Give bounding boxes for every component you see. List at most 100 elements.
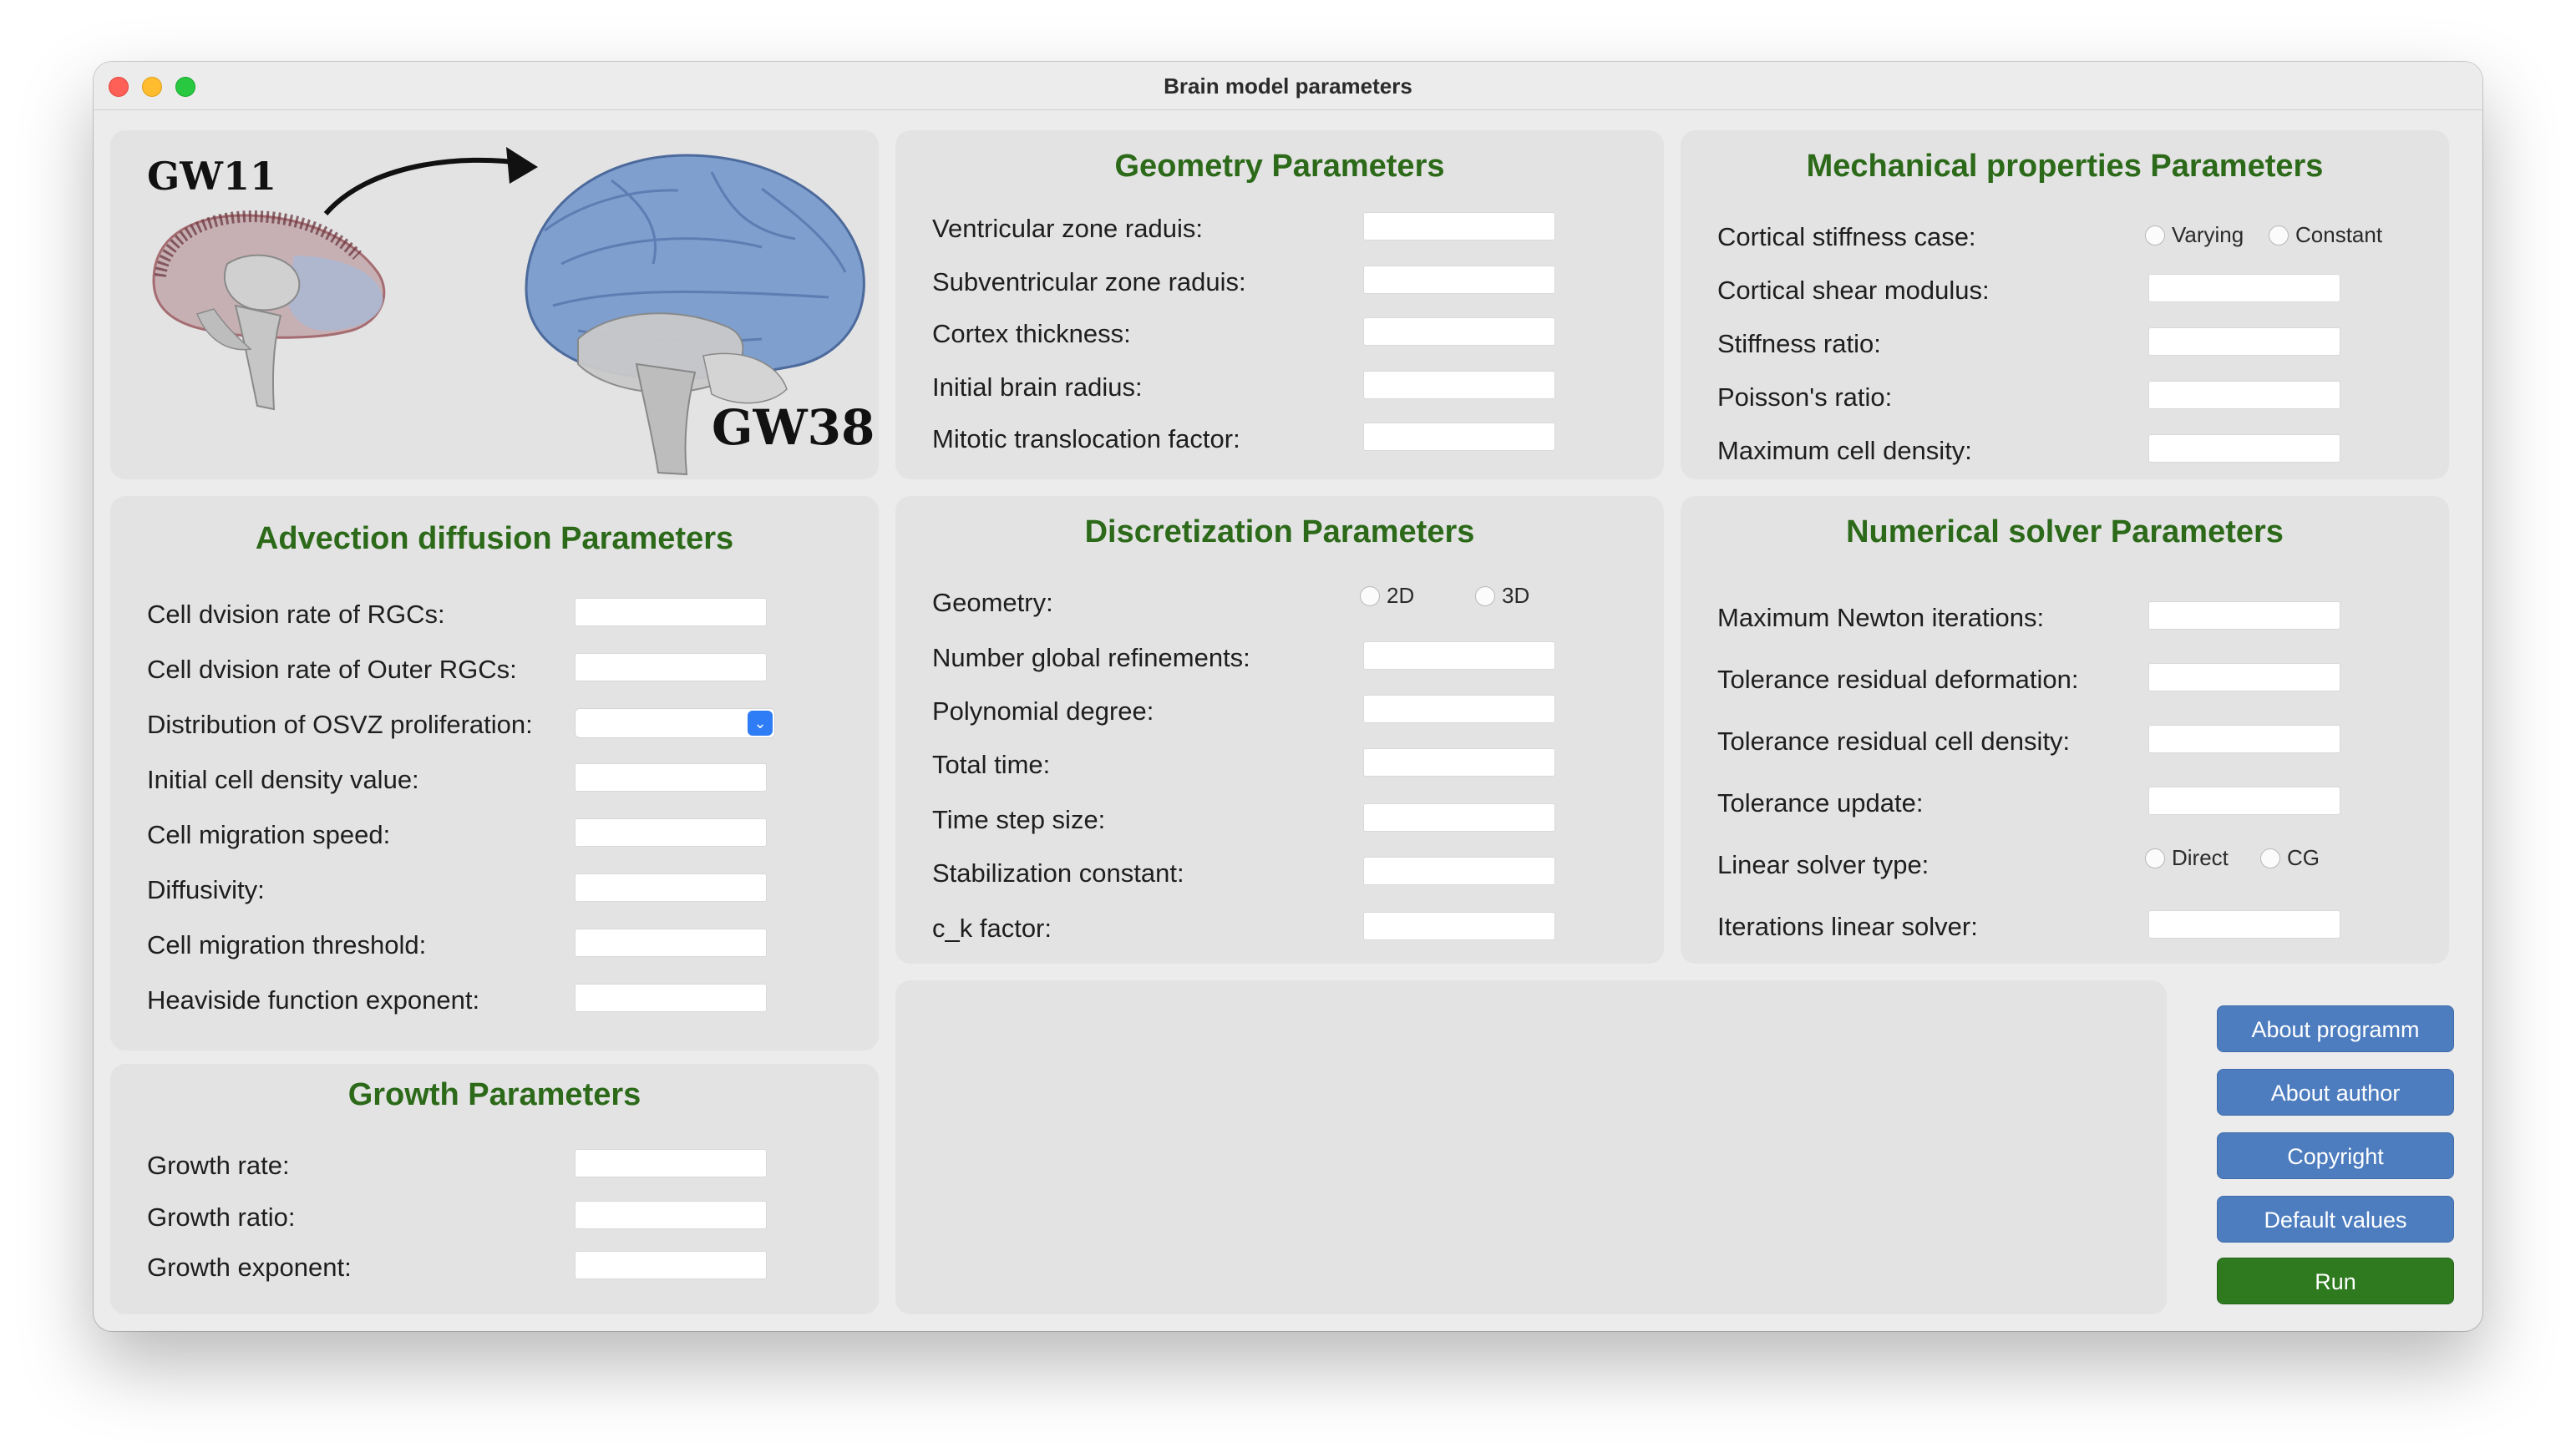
tolerance-update-input[interactable] [2148,787,2340,815]
stiffness-constant-radio[interactable]: Constant [2269,222,2382,248]
geometry-3d-label: 3D [1502,583,1530,608]
stiffness-varying-label: Varying [2172,222,2244,247]
cell-migration-speed-input[interactable] [575,818,767,847]
subventricular-zone-radius-input[interactable] [1363,266,1555,294]
growth-arrow [323,147,538,215]
radio-circle-icon [1475,585,1495,606]
discretization-panel-title: Discretization Parameters [1084,514,1475,549]
output-panel [895,980,2167,1314]
initial-cell-density-input[interactable] [575,763,767,792]
radio-circle-icon [1360,585,1380,606]
radio-circle-icon [2145,848,2165,868]
run-button[interactable]: Run [2217,1258,2454,1304]
initial-cell-density-label: Initial cell density value: [147,765,419,794]
advection-panel: Advection diffusion Parameters Cell dvis… [110,496,879,1051]
ventricular-zone-radius-input[interactable] [1363,212,1555,240]
outer-rgc-division-rate-input[interactable] [575,653,767,681]
stiffness-ratio-label: Stiffness ratio: [1717,329,1881,358]
copyright-button[interactable]: Copyright [2217,1132,2454,1179]
osvz-proliferation-select[interactable]: ⌄ [575,708,775,738]
solver-direct-label: Direct [2172,845,2229,870]
brain-image-panel: GW11 GW38 [110,130,879,479]
stiffness-constant-label: Constant [2295,222,2383,247]
time-step-size-label: Time step size: [932,805,1106,834]
window-title: Brain model parameters [1164,73,1412,99]
geometry-2d-label: 2D [1387,583,1415,608]
radio-circle-icon [2260,848,2280,868]
about-author-button[interactable]: About author [2217,1069,2454,1116]
initial-brain-radius-label: Initial brain radius: [932,372,1143,402]
title-bar: Brain model parameters [94,62,2482,110]
max-newton-iterations-label: Maximum Newton iterations: [1717,603,2045,632]
rgc-division-rate-input[interactable] [575,598,767,626]
tolerance-residual-deformation-label: Tolerance residual deformation: [1717,665,2079,694]
poissons-ratio-input[interactable] [2148,381,2340,409]
ck-factor-input[interactable] [1363,912,1555,940]
osvz-proliferation-label: Distribution of OSVZ proliferation: [147,710,533,739]
iterations-linear-solver-label: Iterations linear solver: [1717,912,1978,941]
time-step-size-input[interactable] [1363,803,1555,832]
mitotic-translocation-factor-input[interactable] [1363,423,1555,451]
growth-rate-input[interactable] [575,1149,767,1177]
mechanical-panel: Mechanical properties Parameters Cortica… [1681,130,2449,479]
cortex-thickness-label: Cortex thickness: [932,319,1131,348]
global-refinements-input[interactable] [1363,641,1555,670]
geometry-dimension-label: Geometry: [932,588,1053,617]
cortical-shear-modulus-label: Cortical shear modulus: [1717,276,1990,305]
global-refinements-label: Number global refinements: [932,643,1250,672]
total-time-input[interactable] [1363,748,1555,777]
tolerance-residual-cell-density-label: Tolerance residual cell density: [1717,726,2071,756]
early-brain-image [152,210,386,411]
radio-circle-icon [2145,225,2165,246]
cortical-shear-modulus-input[interactable] [2148,274,2340,302]
initial-brain-radius-input[interactable] [1363,371,1555,399]
geometry-panel-title: Geometry Parameters [1114,149,1445,184]
mitotic-translocation-factor-label: Mitotic translocation factor: [932,424,1240,453]
stiffness-ratio-input[interactable] [2148,327,2340,356]
gw38-label: GW38 [712,399,875,456]
advection-panel-title: Advection diffusion Parameters [255,521,734,556]
numerical-solver-panel-title: Numerical solver Parameters [1846,514,2284,549]
max-newton-iterations-input[interactable] [2148,601,2340,630]
rgc-division-rate-label: Cell dvision rate of RGCs: [147,600,445,629]
tolerance-residual-cell-density-input[interactable] [2148,725,2340,753]
geometry-2d-radio[interactable]: 2D [1360,583,1414,609]
cell-migration-speed-label: Cell migration speed: [147,820,391,849]
polynomial-degree-label: Polynomial degree: [932,696,1154,726]
numerical-solver-panel: Numerical solver Parameters Maximum Newt… [1681,496,2449,964]
heaviside-exponent-input[interactable] [575,984,767,1012]
gw11-label: GW11 [147,154,276,199]
tolerance-residual-deformation-input[interactable] [2148,663,2340,691]
poissons-ratio-label: Poisson's ratio: [1717,382,1893,412]
growth-ratio-label: Growth ratio: [147,1202,296,1232]
polynomial-degree-input[interactable] [1363,695,1555,723]
discretization-panel: Discretization Parameters Geometry: 2D 3… [895,496,1664,964]
solver-cg-radio[interactable]: CG [2260,845,2320,871]
geometry-panel: Geometry Parameters Ventricular zone rad… [895,130,1664,479]
cortex-thickness-input[interactable] [1363,317,1555,346]
app-window: Brain model parameters GW11 GW38 Geometr… [94,62,2482,1331]
iterations-linear-solver-input[interactable] [2148,910,2340,939]
stiffness-varying-radio[interactable]: Varying [2145,222,2244,248]
outer-rgc-division-rate-label: Cell dvision rate of Outer RGCs: [147,655,517,684]
tolerance-update-label: Tolerance update: [1717,788,1924,818]
growth-exponent-input[interactable] [575,1251,767,1279]
growth-ratio-input[interactable] [575,1201,767,1229]
maximum-cell-density-input[interactable] [2148,434,2340,463]
solver-cg-label: CG [2287,845,2320,870]
stabilization-constant-input[interactable] [1363,857,1555,885]
cell-migration-threshold-input[interactable] [575,929,767,957]
diffusivity-input[interactable] [575,873,767,902]
about-program-button[interactable]: About programm [2217,1005,2454,1052]
default-values-button[interactable]: Default values [2217,1196,2454,1243]
growth-panel-title: Growth Parameters [347,1077,641,1112]
geometry-3d-radio[interactable]: 3D [1475,583,1529,609]
solver-direct-radio[interactable]: Direct [2145,845,2229,871]
mechanical-panel-title: Mechanical properties Parameters [1806,149,2324,184]
radio-circle-icon [2269,225,2289,246]
total-time-label: Total time: [932,750,1051,779]
linear-solver-type-label: Linear solver type: [1717,850,1929,879]
heaviside-exponent-label: Heaviside function exponent: [147,985,480,1015]
chevron-down-icon[interactable]: ⌄ [748,711,773,736]
ck-factor-label: c_k factor: [932,914,1052,943]
